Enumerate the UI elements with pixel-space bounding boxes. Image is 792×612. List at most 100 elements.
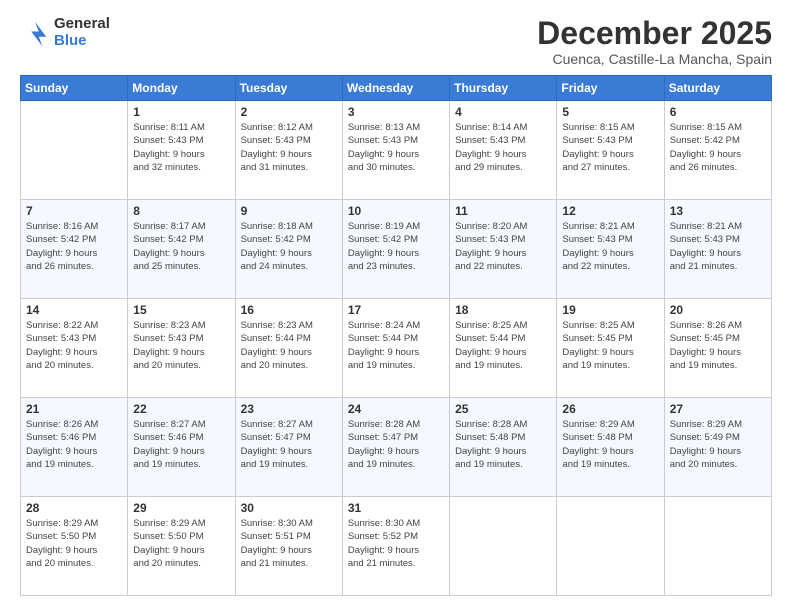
header-wednesday: Wednesday (342, 76, 449, 101)
day-number: 31 (348, 501, 444, 515)
table-row: 2 Sunrise: 8:12 AMSunset: 5:43 PMDaylight… (235, 101, 342, 200)
table-row: 22Sunrise: 8:27 AMSunset: 5:46 PMDayligh… (128, 398, 235, 497)
table-row: 19 Sunrise: 8:25 AMSunset: 5:45 PMDayligh… (557, 299, 664, 398)
table-row: 12Sunrise: 8:21 AMSunset: 5:43 PMDayligh… (557, 200, 664, 299)
logo: General Blue (20, 16, 110, 49)
day-number: 24 (348, 402, 444, 416)
table-row: 20Sunrise: 8:26 AMSunset: 5:45 PMDayligh… (664, 299, 771, 398)
cell-info: Sunrise: 8:14 AMSunset: 5:43 PMDaylight:… (455, 121, 551, 174)
table-row: 9 Sunrise: 8:18 AMSunset: 5:42 PMDaylight… (235, 200, 342, 299)
table-row: 18Sunrise: 8:25 AMSunset: 5:44 PMDayligh… (450, 299, 557, 398)
day-number: 15 (133, 303, 229, 317)
header-thursday: Thursday (450, 76, 557, 101)
day-number: 27 (670, 402, 766, 416)
subtitle: Cuenca, Castille-La Mancha, Spain (537, 51, 772, 67)
table-row: 6 Sunrise: 8:15 AMSunset: 5:42 PMDaylight… (664, 101, 771, 200)
logo-blue: Blue (54, 33, 110, 50)
day-number: 6 (670, 105, 766, 119)
cell-info: Sunrise: 8:22 AMSunset: 5:43 PMDaylight:… (26, 319, 122, 372)
cell-info: Sunrise: 8:18 AMSunset: 5:42 PMDaylight:… (241, 220, 337, 273)
table-row: 14 Sunrise: 8:22 AMSunset: 5:43 PMDayligh… (21, 299, 128, 398)
logo-icon (20, 18, 50, 48)
table-row: 1 Sunrise: 8:11 AMSunset: 5:43 PMDaylight… (128, 101, 235, 200)
cell-info: Sunrise: 8:28 AMSunset: 5:47 PMDaylight:… (348, 418, 444, 471)
cell-info: Sunrise: 8:27 AMSunset: 5:47 PMDaylight:… (241, 418, 337, 471)
calendar-week-row: 21 Sunrise: 8:26 AMSunset: 5:46 PMDayligh… (21, 398, 772, 497)
day-number: 3 (348, 105, 444, 119)
table-row: 30 Sunrise: 8:30 AMSunset: 5:51 PMDayligh… (235, 497, 342, 596)
calendar-week-row: 1 Sunrise: 8:11 AMSunset: 5:43 PMDaylight… (21, 101, 772, 200)
cell-info: Sunrise: 8:26 AMSunset: 5:46 PMDaylight:… (26, 418, 122, 471)
cell-info: Sunrise: 8:12 AMSunset: 5:43 PMDaylight:… (241, 121, 337, 174)
header-saturday: Saturday (664, 76, 771, 101)
cell-info: Sunrise: 8:23 AMSunset: 5:43 PMDaylight:… (133, 319, 229, 372)
table-row (557, 497, 664, 596)
table-row: 17Sunrise: 8:24 AMSunset: 5:44 PMDayligh… (342, 299, 449, 398)
calendar-table: Sunday Monday Tuesday Wednesday Thursday… (20, 75, 772, 596)
day-number: 7 (26, 204, 122, 218)
table-row: 31 Sunrise: 8:30 AMSunset: 5:52 PMDayligh… (342, 497, 449, 596)
calendar-header-row: Sunday Monday Tuesday Wednesday Thursday… (21, 76, 772, 101)
title-area: December 2025 Cuenca, Castille-La Mancha… (537, 16, 772, 67)
day-number: 26 (562, 402, 658, 416)
month-title: December 2025 (537, 16, 772, 51)
table-row: 11 Sunrise: 8:20 AMSunset: 5:43 PMDayligh… (450, 200, 557, 299)
calendar-week-row: 28Sunrise: 8:29 AMSunset: 5:50 PMDayligh… (21, 497, 772, 596)
table-row: 13Sunrise: 8:21 AMSunset: 5:43 PMDayligh… (664, 200, 771, 299)
table-row: 21 Sunrise: 8:26 AMSunset: 5:46 PMDayligh… (21, 398, 128, 497)
cell-info: Sunrise: 8:29 AMSunset: 5:50 PMDaylight:… (133, 517, 229, 570)
table-row (21, 101, 128, 200)
cell-info: Sunrise: 8:26 AMSunset: 5:45 PMDaylight:… (670, 319, 766, 372)
table-row: 16 Sunrise: 8:23 AMSunset: 5:44 PMDayligh… (235, 299, 342, 398)
day-number: 9 (241, 204, 337, 218)
cell-info: Sunrise: 8:24 AMSunset: 5:44 PMDaylight:… (348, 319, 444, 372)
cell-info: Sunrise: 8:29 AMSunset: 5:49 PMDaylight:… (670, 418, 766, 471)
day-number: 30 (241, 501, 337, 515)
header-tuesday: Tuesday (235, 76, 342, 101)
logo-general: General (54, 16, 110, 33)
header: General Blue December 2025 Cuenca, Casti… (20, 16, 772, 67)
table-row: 7 Sunrise: 8:16 AMSunset: 5:42 PMDaylight… (21, 200, 128, 299)
cell-info: Sunrise: 8:15 AMSunset: 5:42 PMDaylight:… (670, 121, 766, 174)
day-number: 1 (133, 105, 229, 119)
table-row: 4Sunrise: 8:14 AMSunset: 5:43 PMDaylight… (450, 101, 557, 200)
table-row: 15 Sunrise: 8:23 AMSunset: 5:43 PMDayligh… (128, 299, 235, 398)
day-number: 5 (562, 105, 658, 119)
day-number: 10 (348, 204, 444, 218)
cell-info: Sunrise: 8:29 AMSunset: 5:50 PMDaylight:… (26, 517, 122, 570)
table-row: 10Sunrise: 8:19 AMSunset: 5:42 PMDayligh… (342, 200, 449, 299)
cell-info: Sunrise: 8:25 AMSunset: 5:45 PMDaylight:… (562, 319, 658, 372)
day-number: 14 (26, 303, 122, 317)
day-number: 2 (241, 105, 337, 119)
cell-info: Sunrise: 8:20 AMSunset: 5:43 PMDaylight:… (455, 220, 551, 273)
day-number: 25 (455, 402, 551, 416)
table-row: 5 Sunrise: 8:15 AMSunset: 5:43 PMDaylight… (557, 101, 664, 200)
table-row (450, 497, 557, 596)
header-friday: Friday (557, 76, 664, 101)
day-number: 18 (455, 303, 551, 317)
header-sunday: Sunday (21, 76, 128, 101)
table-row: 24 Sunrise: 8:28 AMSunset: 5:47 PMDayligh… (342, 398, 449, 497)
cell-info: Sunrise: 8:23 AMSunset: 5:44 PMDaylight:… (241, 319, 337, 372)
day-number: 23 (241, 402, 337, 416)
cell-info: Sunrise: 8:15 AMSunset: 5:43 PMDaylight:… (562, 121, 658, 174)
calendar-week-row: 14 Sunrise: 8:22 AMSunset: 5:43 PMDayligh… (21, 299, 772, 398)
cell-info: Sunrise: 8:21 AMSunset: 5:43 PMDaylight:… (562, 220, 658, 273)
table-row: 8Sunrise: 8:17 AMSunset: 5:42 PMDaylight… (128, 200, 235, 299)
day-number: 22 (133, 402, 229, 416)
cell-info: Sunrise: 8:30 AMSunset: 5:51 PMDaylight:… (241, 517, 337, 570)
cell-info: Sunrise: 8:16 AMSunset: 5:42 PMDaylight:… (26, 220, 122, 273)
page: General Blue December 2025 Cuenca, Casti… (0, 0, 792, 612)
cell-info: Sunrise: 8:11 AMSunset: 5:43 PMDaylight:… (133, 121, 229, 174)
day-number: 16 (241, 303, 337, 317)
day-number: 8 (133, 204, 229, 218)
table-row: 26Sunrise: 8:29 AMSunset: 5:48 PMDayligh… (557, 398, 664, 497)
day-number: 21 (26, 402, 122, 416)
table-row: 25Sunrise: 8:28 AMSunset: 5:48 PMDayligh… (450, 398, 557, 497)
day-number: 11 (455, 204, 551, 218)
cell-info: Sunrise: 8:30 AMSunset: 5:52 PMDaylight:… (348, 517, 444, 570)
cell-info: Sunrise: 8:13 AMSunset: 5:43 PMDaylight:… (348, 121, 444, 174)
day-number: 19 (562, 303, 658, 317)
table-row: 28Sunrise: 8:29 AMSunset: 5:50 PMDayligh… (21, 497, 128, 596)
cell-info: Sunrise: 8:21 AMSunset: 5:43 PMDaylight:… (670, 220, 766, 273)
